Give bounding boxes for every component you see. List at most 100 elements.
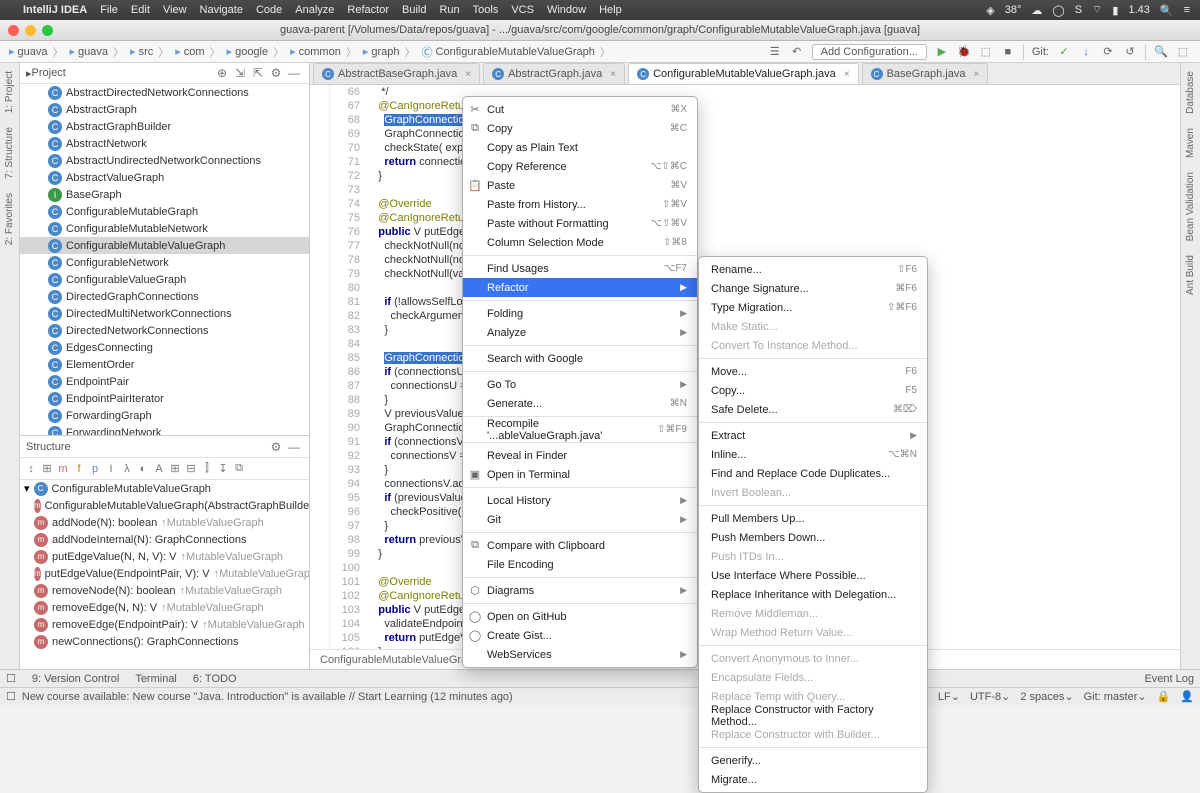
menu-item[interactable]: Copy as Plain Text: [463, 138, 697, 157]
expand-all-icon[interactable]: ⇲: [231, 66, 249, 80]
menu-file[interactable]: File: [100, 4, 118, 16]
project-tree-item[interactable]: CEndpointPair: [20, 373, 309, 390]
menuextra-cloud-icon[interactable]: ☁: [1031, 4, 1042, 17]
menu-item[interactable]: WebServices▶: [463, 645, 697, 664]
menu-run[interactable]: Run: [439, 4, 459, 16]
project-tree-item[interactable]: CConfigurableMutableGraph: [20, 203, 309, 220]
project-tree-item[interactable]: CAbstractDirectedNetworkConnections: [20, 84, 309, 101]
menu-item[interactable]: Search with Google: [463, 349, 697, 368]
tab-terminal[interactable]: Terminal: [135, 673, 177, 685]
project-tree-item[interactable]: IBaseGraph: [20, 186, 309, 203]
menu-item[interactable]: Safe Delete...⌘⌦: [699, 400, 927, 419]
minimize-button[interactable]: [25, 25, 36, 36]
project-tree-item[interactable]: CAbstractUndirectedNetworkConnections: [20, 152, 309, 169]
menu-code[interactable]: Code: [256, 4, 282, 16]
menuextra-wifi-icon[interactable]: ⌔: [1092, 3, 1102, 17]
project-tree-item[interactable]: CEndpointPairIterator: [20, 390, 309, 407]
struct-fields-icon[interactable]: f: [72, 463, 86, 475]
menu-item[interactable]: ✂Cut⌘X: [463, 100, 697, 119]
menu-build[interactable]: Build: [402, 4, 426, 16]
ide-settings-icon[interactable]: ⬚: [1172, 42, 1194, 62]
menuextra-time[interactable]: 1.43: [1128, 4, 1149, 16]
menu-analyze[interactable]: Analyze: [295, 4, 334, 16]
editor-gutter-icons[interactable]: [310, 85, 330, 649]
run-icon[interactable]: ▶: [931, 42, 953, 62]
nav-back-icon[interactable]: ↶: [786, 42, 808, 62]
breadcrumb-item[interactable]: ▸ google〉: [224, 44, 288, 60]
struct-sort-icon[interactable]: ↕: [24, 463, 38, 475]
structure-item[interactable]: mputEdgeValue(EndpointPair, V): V ↑Mutab…: [20, 565, 309, 582]
project-tree-item[interactable]: CElementOrder: [20, 356, 309, 373]
rail-tab-structure[interactable]: 7: Structure: [4, 123, 15, 183]
toolwindow-notify-icon[interactable]: ☐: [6, 672, 16, 685]
collapse-all-icon[interactable]: ⇱: [249, 66, 267, 80]
project-tree-item[interactable]: CAbstractValueGraph: [20, 169, 309, 186]
status-indent[interactable]: 2 spaces: [1020, 691, 1064, 703]
structure-item[interactable]: mremoveEdge(N, N): V ↑MutableValueGraph: [20, 599, 309, 616]
structure-item[interactable]: maddNodeInternal(N): GraphConnections: [20, 531, 309, 548]
struct-expand-icon[interactable]: ⊞: [168, 462, 182, 475]
menu-item[interactable]: Copy...F5: [699, 381, 927, 400]
vcs-update-icon[interactable]: ✓: [1053, 42, 1075, 62]
structure-item[interactable]: mremoveNode(N): boolean ↑MutableValueGra…: [20, 582, 309, 599]
structure-item[interactable]: mremoveEdge(EndpointPair): V ↑MutableVal…: [20, 616, 309, 633]
structure-panel-title[interactable]: Structure: [26, 441, 267, 453]
project-tree-item[interactable]: CForwardingNetwork: [20, 424, 309, 435]
close-tab-icon[interactable]: ×: [465, 69, 471, 80]
status-lock-icon[interactable]: 🔒: [1157, 690, 1171, 703]
project-tree-item[interactable]: CConfigurableValueGraph: [20, 271, 309, 288]
struct-root[interactable]: ConfigurableMutableValueGraph: [52, 483, 211, 495]
project-tree-item[interactable]: CDirectedGraphConnections: [20, 288, 309, 305]
tab-version-control[interactable]: 9: Version Control: [32, 673, 119, 685]
menu-item[interactable]: Extract▶: [699, 426, 927, 445]
project-panel-title[interactable]: Project: [32, 67, 213, 79]
menuextra-circle-icon[interactable]: ◯: [1052, 4, 1064, 17]
add-configuration-button[interactable]: Add Configuration...: [812, 44, 927, 60]
rail-tab-maven[interactable]: Maven: [1185, 124, 1196, 162]
menu-item[interactable]: ⧉Compare with Clipboard: [463, 536, 697, 555]
menu-help[interactable]: Help: [599, 4, 622, 16]
structure-item[interactable]: mputEdgeValue(N, N, V): V ↑MutableValueG…: [20, 548, 309, 565]
menu-item[interactable]: Find Usages⌥F7: [463, 259, 697, 278]
menu-item[interactable]: File Encoding: [463, 555, 697, 574]
breadcrumb-item[interactable]: ▸ src〉: [127, 44, 172, 60]
struct-lambda-icon[interactable]: ◐: [136, 463, 150, 475]
menu-item[interactable]: Generate...⌘N: [463, 394, 697, 413]
status-git-branch[interactable]: Git: master: [1084, 691, 1138, 703]
search-everywhere-icon[interactable]: 🔍: [1150, 42, 1172, 62]
rail-tab-ant[interactable]: Ant Build: [1185, 251, 1196, 299]
project-tree-item[interactable]: CEdgesConnecting: [20, 339, 309, 356]
menu-item[interactable]: Replace Inheritance with Delegation...: [699, 585, 927, 604]
menuextra-battery-icon[interactable]: ▮: [1112, 4, 1118, 17]
menu-item[interactable]: Generify...: [699, 751, 927, 770]
menu-item[interactable]: Migrate...: [699, 770, 927, 789]
menu-item[interactable]: Copy Reference⌥⇧⌘C: [463, 157, 697, 176]
menu-item[interactable]: ⧉Copy⌘C: [463, 119, 697, 138]
menu-item[interactable]: Find and Replace Code Duplicates...: [699, 464, 927, 483]
menu-edit[interactable]: Edit: [131, 4, 150, 16]
editor-breadcrumb-0[interactable]: ConfigurableMutableValueGraph: [320, 654, 479, 666]
menu-item[interactable]: ▣Open in Terminal: [463, 465, 697, 484]
menuextra-search-icon[interactable]: 🔍: [1160, 4, 1174, 17]
menu-item[interactable]: Paste without Formatting⌥⇧⌘V: [463, 214, 697, 233]
menu-item[interactable]: Reveal in Finder: [463, 446, 697, 465]
struct-props-icon[interactable]: p: [88, 463, 102, 475]
rail-tab-project[interactable]: 1: Project: [4, 67, 15, 117]
menu-item[interactable]: ◯Create Gist...: [463, 626, 697, 645]
editor-tab[interactable]: CAbstractBaseGraph.java×: [313, 63, 480, 84]
menuextra-s[interactable]: S: [1075, 4, 1082, 16]
menuextra-temp[interactable]: 38°: [1005, 4, 1022, 16]
breadcrumb-item[interactable]: ▸ com〉: [172, 44, 223, 60]
struct-group-icon[interactable]: ⊞: [40, 462, 54, 475]
menu-item[interactable]: ⬡Diagrams▶: [463, 581, 697, 600]
close-tab-icon[interactable]: ×: [844, 69, 850, 80]
structure-hide-icon[interactable]: —: [285, 440, 303, 454]
project-tree-item[interactable]: CAbstractNetwork: [20, 135, 309, 152]
menu-item[interactable]: Analyze▶: [463, 323, 697, 342]
struct-filter-icon[interactable]: ⫿: [200, 462, 214, 475]
struct-expand-toggle-icon[interactable]: ▾: [24, 482, 30, 495]
breadcrumb-item[interactable]: ▸ common〉: [287, 44, 360, 60]
menu-window[interactable]: Window: [547, 4, 586, 16]
struct-collapse-icon[interactable]: ⊟: [184, 462, 198, 475]
menu-item[interactable]: Inline...⌥⌘N: [699, 445, 927, 464]
